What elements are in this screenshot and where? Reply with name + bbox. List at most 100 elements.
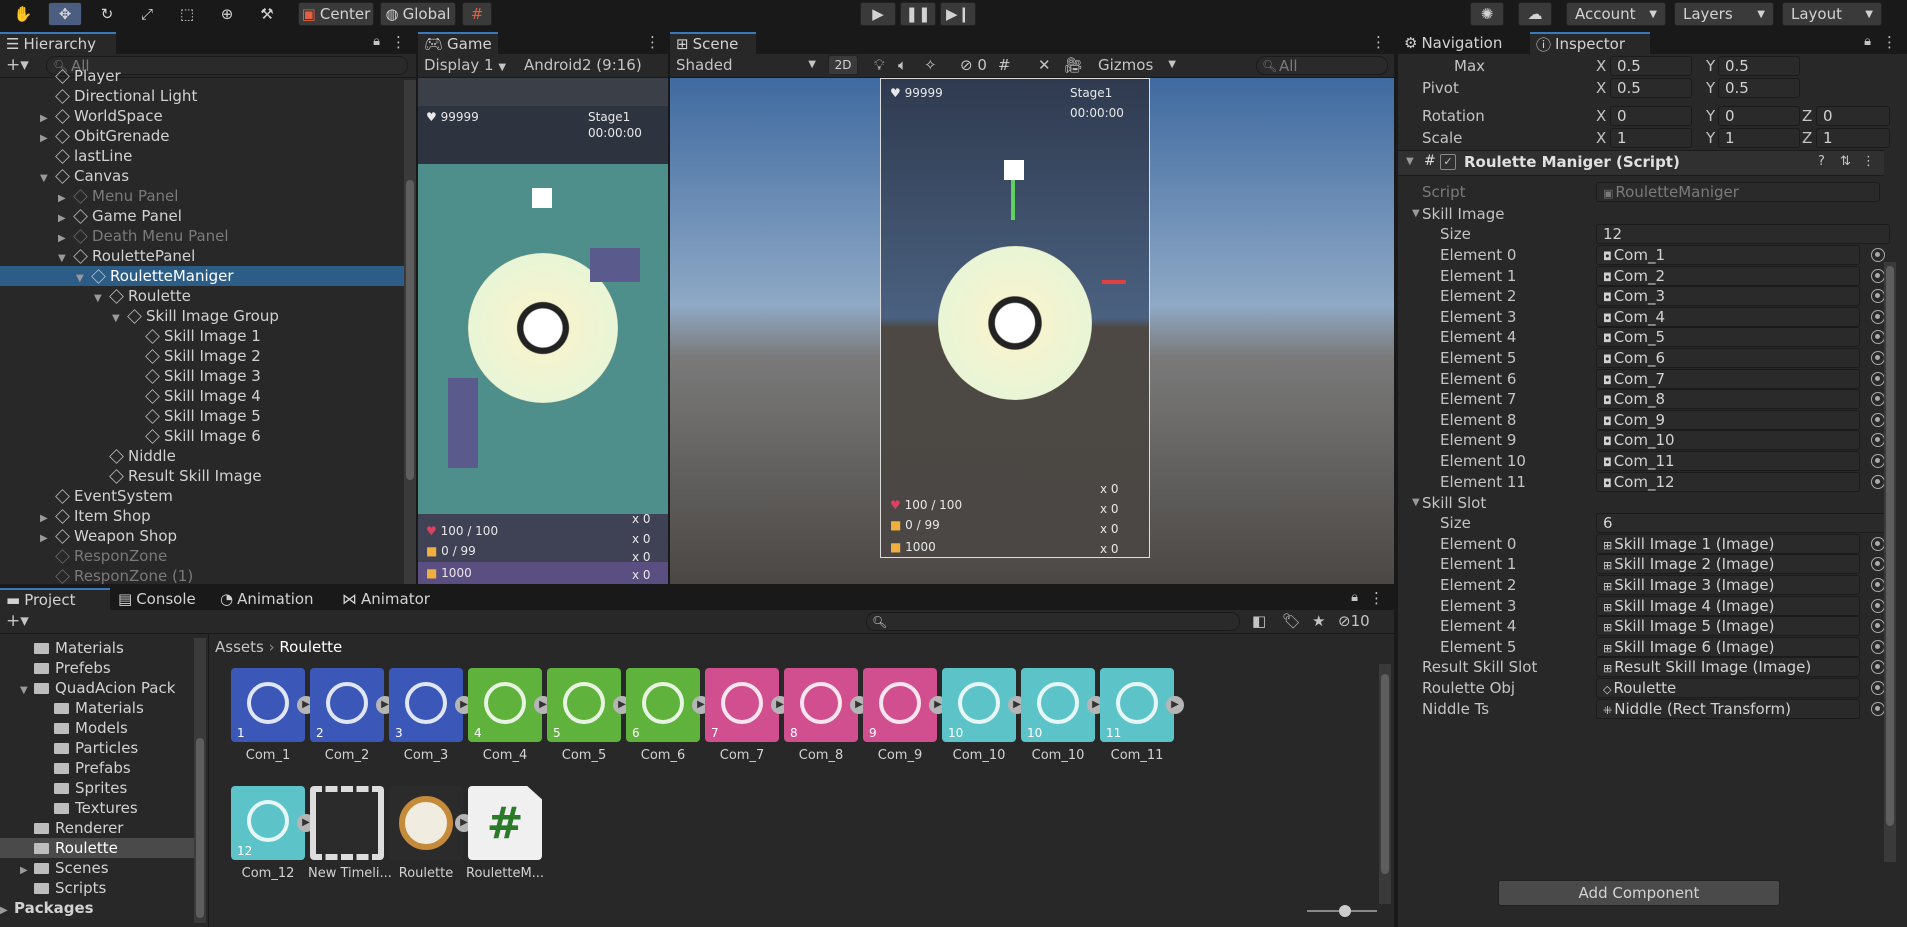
skill-image-element-field[interactable]: ◘ Com_4 (1596, 306, 1885, 327)
skill-slot-element-field[interactable]: ⊞ Skill Image 2 (Image) (1596, 554, 1885, 575)
hierarchy-item[interactable]: ▶ Game Panel (0, 206, 404, 226)
layers-dropdown[interactable]: Layers ▼ (1674, 2, 1774, 26)
skill-image-element-field[interactable]: ◘ Com_9 (1596, 409, 1885, 430)
project-folder-item[interactable]: Textures (0, 798, 194, 818)
asset-item[interactable]: 4 ▶ Com_4 (466, 668, 552, 763)
foldout-arrow-icon[interactable]: ▼ (1412, 497, 1420, 508)
tab-animator[interactable]: ⋈ Animator (336, 588, 442, 610)
expand-arrow-icon[interactable]: ▶ (0, 901, 14, 921)
project-folder-item[interactable]: Models (0, 718, 194, 738)
skill-image-element-field[interactable]: ◘ Com_8 (1596, 389, 1885, 410)
hierarchy-item[interactable]: Directional Light (0, 86, 404, 106)
asset-item[interactable]: ▶ Roulette (387, 786, 473, 881)
scale-y-field[interactable]: 1 (1718, 128, 1800, 148)
rotation-z-field[interactable]: 0 (1816, 106, 1890, 126)
hierarchy-item[interactable]: Skill Image 3 (0, 366, 404, 386)
pause-button[interactable]: ❚❚ (900, 2, 936, 26)
object-picker-icon[interactable] (1871, 371, 1885, 386)
preset-icon[interactable]: ⇅ (1840, 154, 1851, 169)
object-picker-icon[interactable] (1871, 578, 1885, 592)
foldout-arrow-icon[interactable]: ▼ (1412, 208, 1420, 219)
object-picker-icon[interactable] (1871, 330, 1885, 345)
hierarchy-item[interactable]: ▶ Menu Panel (0, 186, 404, 206)
scale-tool-button[interactable]: ⤢ (130, 2, 164, 26)
hierarchy-item[interactable]: ResponZone (1) (0, 566, 404, 584)
object-picker-icon[interactable] (1871, 619, 1885, 634)
cloud-button[interactable]: ☁ (1518, 2, 1552, 26)
skill-slot-foldout[interactable]: Skill Slot (1422, 493, 1486, 513)
skill-image-element-field[interactable]: ◘ Com_1 (1596, 245, 1885, 265)
hierarchy-item[interactable]: ▶ Item Shop (0, 506, 404, 526)
hierarchy-item[interactable]: Skill Image 2 (0, 346, 404, 366)
tab-navigation[interactable]: ⚙ Navigation (1398, 32, 1528, 54)
create-asset-button[interactable]: +▾ (6, 611, 29, 631)
effects-icon[interactable]: ✧ (924, 56, 937, 74)
skill-image-element-field[interactable]: ◘ Com_11 (1596, 451, 1885, 471)
object-picker-icon[interactable] (1871, 392, 1885, 407)
asset-item[interactable]: 7 ▶ Com_7 (703, 668, 789, 763)
asset-item[interactable]: 10 ▶ Com_10 (940, 668, 1026, 763)
scene-search-input[interactable]: 🔍︎ All (1256, 56, 1388, 75)
project-folder-item[interactable]: Particles (0, 738, 194, 758)
asset-item[interactable]: 12 ▶ Com_12 (229, 786, 315, 881)
project-folder-item[interactable]: Scripts (0, 878, 194, 898)
hierarchy-item[interactable]: Result Skill Image (0, 466, 404, 486)
hierarchy-item[interactable]: Skill Image 5 (0, 406, 404, 426)
hidden-packages-toggle[interactable]: ⊘10 (1338, 612, 1370, 630)
account-dropdown[interactable]: Account ▼ (1566, 2, 1666, 26)
scale-z-field[interactable]: 1 (1816, 128, 1890, 148)
hand-tool-button[interactable]: ✋ (6, 2, 40, 26)
object-picker-icon[interactable] (1871, 660, 1885, 675)
project-search-input[interactable]: 🔍︎ (866, 612, 1240, 631)
object-picker-icon[interactable] (1871, 557, 1885, 572)
project-folder-item[interactable]: Materials (0, 638, 194, 658)
camera-icon[interactable]: 🎥︎ (1064, 56, 1083, 74)
hierarchy-item[interactable]: Niddle (0, 446, 404, 466)
kebab-menu-icon[interactable]: ⋮ (645, 33, 660, 51)
tab-game[interactable]: 🎮︎ Game (418, 32, 498, 54)
asset-item[interactable]: 9 ▶ Com_9 (861, 668, 947, 763)
pivot-y-field[interactable]: 0.5 (1718, 78, 1800, 98)
hierarchy-item[interactable]: ▶ WorldSpace (0, 106, 404, 126)
help-icon[interactable]: ? (1818, 154, 1825, 169)
collapse-arrow-icon[interactable]: ▼ (1406, 156, 1414, 167)
object-picker-icon[interactable] (1871, 536, 1885, 551)
skill-slot-element-field[interactable]: ⊞ Skill Image 4 (Image) (1596, 595, 1885, 616)
skill-slot-element-field[interactable]: ⊞ Skill Image 3 (Image) (1596, 575, 1885, 595)
skill-slot-element-field[interactable]: ⊞ Skill Image 5 (Image) (1596, 616, 1885, 637)
tab-inspector[interactable]: ⓘ Inspector (1530, 32, 1650, 54)
rect-tool-button[interactable]: ⬚ (170, 2, 204, 26)
folder-tree-scrollbar[interactable] (194, 638, 206, 923)
project-folder-item[interactable]: Prefabs (0, 758, 194, 778)
asset-grid-scrollbar[interactable] (1379, 664, 1391, 904)
skill-slot-element-field[interactable]: ⊞ Skill Image 6 (Image) (1596, 636, 1885, 657)
roulette-obj-field[interactable]: ◇ Roulette (1596, 678, 1885, 698)
hierarchy-item[interactable]: Skill Image 4 (0, 386, 404, 406)
transform-tool-button[interactable]: ⊕ (210, 2, 244, 26)
aspect-dropdown[interactable]: Android2 (9:16) (524, 56, 664, 74)
asset-item[interactable]: 10 ▶ Com_10 (1019, 668, 1105, 763)
niddle-ts-field[interactable]: ⁜ Niddle (Rect Transform) (1596, 698, 1885, 719)
asset-item[interactable]: 3 ▶ Com_3 (387, 668, 473, 763)
project-folder-item[interactable]: Roulette (0, 838, 194, 858)
skill-image-element-field[interactable]: ◘ Com_2 (1596, 265, 1885, 286)
global-toggle-button[interactable]: ◍ Global (380, 2, 456, 26)
asset-item[interactable]: 1 ▶ Com_1 (229, 668, 315, 763)
hierarchy-item[interactable]: ▶ Weapon Shop (0, 526, 404, 546)
rotation-x-field[interactable]: 0 (1610, 106, 1692, 126)
object-picker-icon[interactable] (1871, 701, 1885, 716)
component-header[interactable]: ▼ # ✓ Roulette Maniger (Script)? ⇅ ⋮ (1398, 150, 1884, 176)
hierarchy-item[interactable]: ▼ Roulette (0, 286, 404, 306)
hierarchy-item[interactable]: ▶ Death Menu Panel (0, 226, 404, 246)
kebab-menu-icon[interactable]: ⋮ (1369, 589, 1384, 607)
game-viewport[interactable]: ♥ 99999 Stage1 00:00:00 ♥ 100 / 100 ■ 0 … (418, 78, 668, 584)
move-gizmo-x[interactable] (1102, 280, 1126, 284)
expand-subassets-button[interactable]: ▶ (1166, 696, 1184, 714)
tab-console[interactable]: ▤ Console (112, 588, 212, 610)
object-picker-icon[interactable] (1871, 681, 1885, 695)
label-icon[interactable]: 🏷︎ (1282, 612, 1301, 630)
object-picker-icon[interactable] (1871, 248, 1885, 262)
gizmos-dropdown[interactable]: Gizmos ▼ (1098, 56, 1178, 74)
scale-x-field[interactable]: 1 (1610, 128, 1692, 148)
move-gizmo-y[interactable] (1011, 180, 1015, 220)
